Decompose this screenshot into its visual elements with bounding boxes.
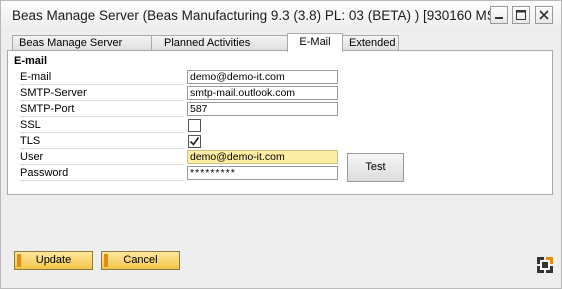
close-icon	[539, 10, 549, 20]
smtp-server-label: SMTP-Server	[20, 87, 184, 101]
checkmark-icon	[189, 137, 200, 146]
password-field[interactable]: *********	[187, 166, 338, 180]
tls-checkbox[interactable]	[188, 135, 201, 148]
email-label: E-mail	[20, 71, 184, 85]
window-title: Beas Manage Server (Beas Manufacturing 9…	[12, 8, 492, 23]
user-label: User	[20, 151, 184, 165]
app-window: Beas Manage Server (Beas Manufacturing 9…	[0, 0, 562, 289]
tab-label: Extended	[349, 37, 396, 49]
section-title: E-mail	[14, 55, 48, 67]
tab-e-mail[interactable]: E-Mail	[287, 33, 343, 52]
update-button-label: Update	[35, 254, 72, 266]
maximize-button[interactable]	[512, 6, 530, 24]
button-accent	[104, 254, 108, 267]
maximize-icon	[516, 10, 526, 20]
app-logo-icon	[537, 257, 553, 273]
tab-label: Beas Manage Server	[19, 37, 123, 49]
ssl-label: SSL	[20, 119, 184, 133]
smtp-server-field[interactable]: smtp-mail.outlook.com	[187, 86, 338, 100]
tab-label: Planned Activities	[164, 37, 251, 49]
ssl-checkbox[interactable]	[188, 119, 201, 132]
tab-planned-activities[interactable]: Planned Activities	[151, 35, 288, 51]
minimize-icon	[495, 17, 503, 19]
cancel-button[interactable]: Cancel	[101, 251, 180, 270]
smtp-port-label: SMTP-Port	[20, 103, 184, 117]
update-button[interactable]: Update	[14, 251, 93, 270]
tab-extended[interactable]: Extended	[342, 35, 399, 51]
cancel-button-label: Cancel	[123, 254, 158, 266]
close-button[interactable]	[535, 6, 553, 24]
test-button[interactable]: Test	[347, 153, 404, 182]
minimize-button[interactable]	[490, 6, 508, 24]
tab-beas-manage-server[interactable]: Beas Manage Server	[12, 35, 152, 51]
tls-label: TLS	[20, 135, 184, 149]
title-bar[interactable]: Beas Manage Server (Beas Manufacturing 9…	[1, 1, 561, 31]
email-field[interactable]: demo@demo-it.com	[187, 70, 338, 84]
smtp-port-field[interactable]: 587	[187, 102, 338, 116]
password-label: Password	[20, 167, 184, 181]
button-accent	[17, 254, 21, 267]
tab-label: E-Mail	[299, 36, 331, 48]
user-field[interactable]: demo@demo-it.com	[187, 150, 338, 164]
